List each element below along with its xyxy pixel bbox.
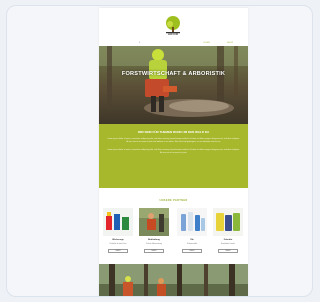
- intro-title: WIR SIND FÜR THEMEN RUND UM DEN WALD DA: [137, 130, 210, 134]
- nav-link-login[interactable]: LOGIN: [203, 42, 210, 44]
- partner-name: Werkzeuge: [112, 239, 124, 241]
- partner-card[interactable]: Werkzeuge Produkte für den Forst MEHR: [103, 208, 133, 263]
- menu-icon[interactable]: ≡: [139, 42, 140, 44]
- partner-name: Öle: [190, 239, 194, 241]
- logo-text[interactable]: AIFOR: [159, 32, 187, 36]
- partner-image-accessories: [213, 208, 243, 236]
- partner-image-clothing: [139, 208, 169, 236]
- partner-card[interactable]: Öle Schmierstoffe MEHR: [177, 208, 207, 263]
- intro-section: WIR SIND FÜR THEMEN RUND UM DEN WALD DA …: [99, 124, 248, 188]
- partners-section: UNSERE PARTNER Werkzeuge Produkte für de…: [99, 188, 248, 264]
- forest-photo: [99, 264, 248, 296]
- site-header: AIFOR ≡ LOGIN SHOP: [99, 8, 248, 46]
- partners-title: UNSERE PARTNER: [159, 199, 188, 202]
- hero-title: FORSTWIRTSCHAFT & ARBORISTIK: [121, 71, 226, 77]
- partner-more-button[interactable]: MEHR: [182, 249, 202, 253]
- partner-image-oils: [177, 208, 207, 236]
- preview-card: AIFOR ≡ LOGIN SHOP FORSTWIRTSCHAFT & ARB…: [6, 5, 313, 297]
- partner-description: Ersatzteile & mehr: [221, 243, 235, 245]
- partner-card[interactable]: Zubehör Ersatzteile & mehr MEHR: [213, 208, 243, 263]
- partner-image-tools: [103, 208, 133, 236]
- partner-name: Zubehör: [223, 239, 233, 241]
- partner-more-button[interactable]: MEHR: [144, 249, 164, 253]
- partner-description: Schmierstoffe: [186, 243, 198, 245]
- website-preview[interactable]: AIFOR ≡ LOGIN SHOP FORSTWIRTSCHAFT & ARB…: [99, 8, 248, 296]
- partner-card[interactable]: Bekleidung Schutz & Ausrüstung MEHR: [139, 208, 169, 263]
- partner-name: Bekleidung: [148, 239, 160, 241]
- partner-description: Produkte für den Forst: [109, 243, 127, 245]
- intro-paragraph-2: Lorem ipsum dolor sit amet, consetetur s…: [107, 148, 240, 154]
- hero-photo: [99, 46, 248, 124]
- intro-paragraph-1: Lorem ipsum dolor sit amet, consetetur s…: [107, 138, 240, 143]
- hero-banner: FORSTWIRTSCHAFT & ARBORISTIK: [99, 46, 248, 124]
- partner-description: Schutz & Ausrüstung: [146, 243, 162, 245]
- partner-more-button[interactable]: MEHR: [218, 249, 238, 253]
- forest-banner: [99, 264, 248, 296]
- partner-more-button[interactable]: MEHR: [108, 249, 128, 253]
- nav-link-shop[interactable]: SHOP: [227, 42, 233, 44]
